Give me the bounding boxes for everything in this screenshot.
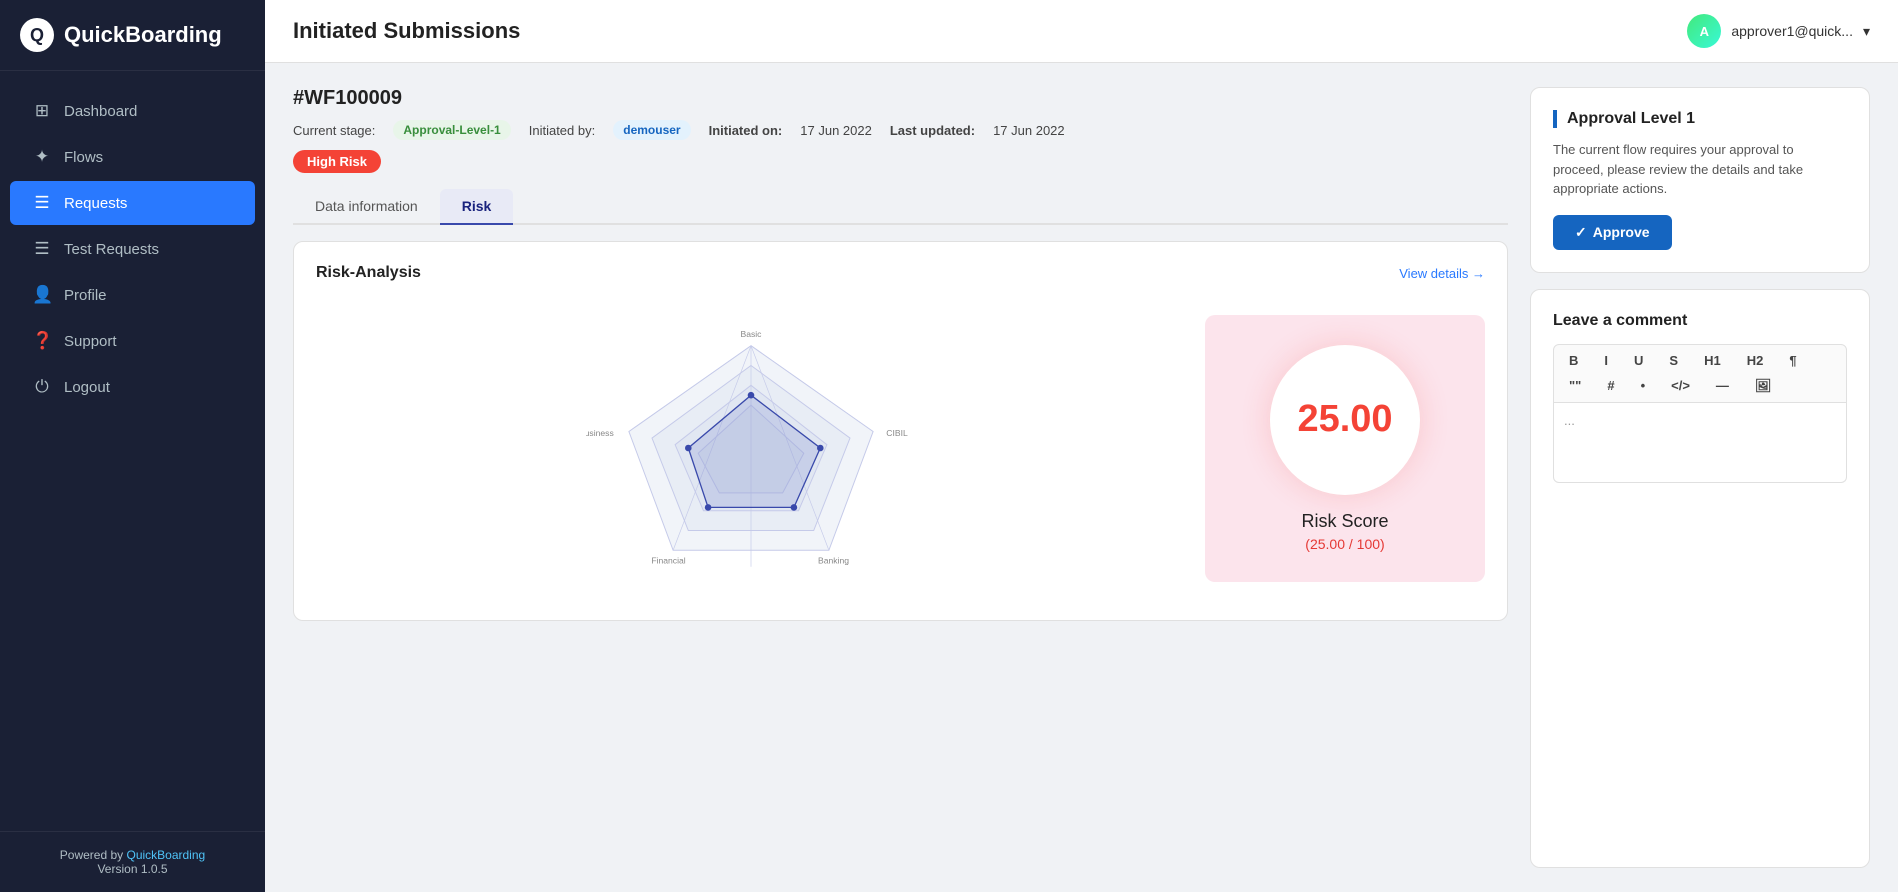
sidebar-item-profile[interactable]: 👤 Profile: [10, 273, 255, 317]
risk-card-container: Risk-Analysis View details →: [293, 241, 1508, 621]
user-menu[interactable]: A approver1@quick... ▾: [1687, 14, 1870, 48]
logo-text: QuickBoarding: [64, 22, 222, 48]
topbar: Initiated Submissions A approver1@quick.…: [265, 0, 1898, 63]
toolbar-btn-0[interactable]: B: [1564, 351, 1583, 370]
approve-button[interactable]: ✓ Approve: [1553, 215, 1672, 250]
toolbar-btn-1[interactable]: I: [1599, 351, 1613, 370]
radar-svg: Basic CIBIL Banking Financial Business: [586, 298, 916, 598]
right-column: Approval Level 1 The current flow requir…: [1530, 87, 1870, 868]
current-stage-label: Current stage:: [293, 123, 375, 138]
comment-toolbar: BIUS H1 H2 ¶ "" # • </> — 🖼: [1553, 344, 1847, 403]
main-area: Initiated Submissions A approver1@quick.…: [265, 0, 1898, 892]
svg-text:Banking: Banking: [818, 556, 849, 566]
approve-btn-label: Approve: [1593, 224, 1650, 240]
footer-brand-link[interactable]: QuickBoarding: [126, 848, 205, 862]
left-column: #WF100009 Current stage: Approval-Level-…: [293, 87, 1508, 868]
svg-text:CIBIL: CIBIL: [886, 428, 908, 438]
comment-card: Leave a comment BIUS H1 H2 ¶ "" # • </> — 🖼 ...: [1530, 289, 1870, 869]
test-requests-icon: ☰: [32, 239, 52, 259]
risk-score-value: 25.00: [1297, 398, 1392, 441]
sidebar-item-dashboard[interactable]: ⊞ Dashboard: [10, 89, 255, 133]
risk-score-range: (25.00 / 100): [1305, 536, 1384, 552]
toolbar-btn-12[interactable]: 🖼: [1750, 376, 1777, 396]
sidebar-item-requests[interactable]: ☰ Requests: [10, 181, 255, 225]
sidebar-item-test-requests[interactable]: ☰ Test Requests: [10, 227, 255, 271]
requests-icon: ☰: [32, 193, 52, 213]
toolbar-btn-9[interactable]: •: [1636, 376, 1651, 395]
toolbar-btn-4[interactable]: H1: [1699, 351, 1726, 370]
flows-icon: ✦: [32, 147, 52, 167]
svg-text:Basic: Basic: [740, 329, 762, 339]
high-risk-badge: High Risk: [293, 150, 381, 173]
sidebar-footer: Powered by QuickBoarding Version 1.0.5: [0, 831, 265, 892]
avatar: A: [1687, 14, 1721, 48]
sidebar-item-support[interactable]: ❓ Support: [10, 319, 255, 363]
footer-powered-text: Powered by: [60, 848, 127, 862]
risk-score-label: Risk Score: [1301, 511, 1388, 532]
approval-title: Approval Level 1: [1553, 110, 1847, 128]
toolbar-btn-11[interactable]: —: [1711, 376, 1734, 395]
current-stage-badge: Approval-Level-1: [393, 120, 510, 140]
sidebar-label-logout: Logout: [64, 379, 110, 396]
profile-icon: 👤: [32, 285, 52, 305]
logout-icon: ⏻: [32, 377, 52, 397]
view-details-link[interactable]: View details →: [1399, 266, 1485, 281]
support-icon: ❓: [32, 331, 52, 351]
tab-data-information[interactable]: Data information: [293, 189, 440, 225]
initiated-on-label: Initiated on:: [709, 123, 783, 138]
sidebar-label-test-requests: Test Requests: [64, 241, 159, 258]
risk-analysis-title: Risk-Analysis: [316, 264, 421, 282]
risk-card-header: Risk-Analysis View details →: [316, 264, 1485, 282]
approval-description: The current flow requires your approval …: [1553, 140, 1847, 199]
sidebar-label-dashboard: Dashboard: [64, 103, 137, 120]
sidebar-label-requests: Requests: [64, 195, 127, 212]
initiated-by-label: Initiated by:: [529, 123, 596, 138]
approval-card: Approval Level 1 The current flow requir…: [1530, 87, 1870, 273]
radar-chart: Basic CIBIL Banking Financial Business: [316, 298, 1185, 598]
comment-title: Leave a comment: [1553, 312, 1847, 330]
workflow-meta: Current stage: Approval-Level-1 Initiate…: [293, 120, 1508, 140]
sidebar-item-flows[interactable]: ✦ Flows: [10, 135, 255, 179]
tab-risk[interactable]: Risk: [440, 189, 514, 225]
comment-area[interactable]: ...: [1553, 403, 1847, 483]
workflow-id: #WF100009: [293, 87, 1508, 110]
last-updated-label: Last updated:: [890, 123, 975, 138]
content-area: #WF100009 Current stage: Approval-Level-…: [265, 63, 1898, 892]
toolbar-btn-8[interactable]: #: [1602, 376, 1619, 395]
sidebar: Q QuickBoarding ⊞ Dashboard ✦ Flows ☰ Request…: [0, 0, 265, 892]
toolbar-btn-3[interactable]: S: [1664, 351, 1683, 370]
initiated-by-badge: demouser: [613, 120, 690, 140]
logo-icon: Q: [20, 18, 54, 52]
dashboard-icon: ⊞: [32, 101, 52, 121]
sidebar-item-logout[interactable]: ⏻ Logout: [10, 365, 255, 409]
toolbar-btn-7[interactable]: "": [1564, 376, 1586, 395]
checkmark-icon: ✓: [1575, 224, 1587, 241]
sidebar-label-flows: Flows: [64, 149, 103, 166]
toolbar-btn-6[interactable]: ¶: [1784, 351, 1801, 370]
toolbar-btn-10[interactable]: </>: [1666, 376, 1695, 395]
sidebar-label-support: Support: [64, 333, 117, 350]
footer-version: Version 1.0.5: [97, 862, 167, 876]
dropdown-icon: ▾: [1863, 23, 1870, 40]
sidebar-nav: ⊞ Dashboard ✦ Flows ☰ Requests ☰ Test Requests 👤…: [0, 71, 265, 831]
toolbar-btn-2[interactable]: U: [1629, 351, 1648, 370]
svg-text:Financial: Financial: [651, 556, 685, 566]
tab-bar: Data informationRisk: [293, 189, 1508, 225]
sidebar-label-profile: Profile: [64, 287, 107, 304]
toolbar-btn-5[interactable]: H2: [1742, 351, 1769, 370]
last-updated-value: 17 Jun 2022: [993, 123, 1065, 138]
page-title: Initiated Submissions: [293, 18, 520, 44]
svg-text:Business: Business: [586, 428, 614, 438]
risk-score-circle: 25.00: [1270, 345, 1420, 495]
initiated-on-value: 17 Jun 2022: [800, 123, 872, 138]
user-email: approver1@quick...: [1731, 23, 1853, 39]
risk-score-panel: 25.00 Risk Score (25.00 / 100): [1205, 315, 1485, 582]
sidebar-logo: Q QuickBoarding: [0, 0, 265, 71]
